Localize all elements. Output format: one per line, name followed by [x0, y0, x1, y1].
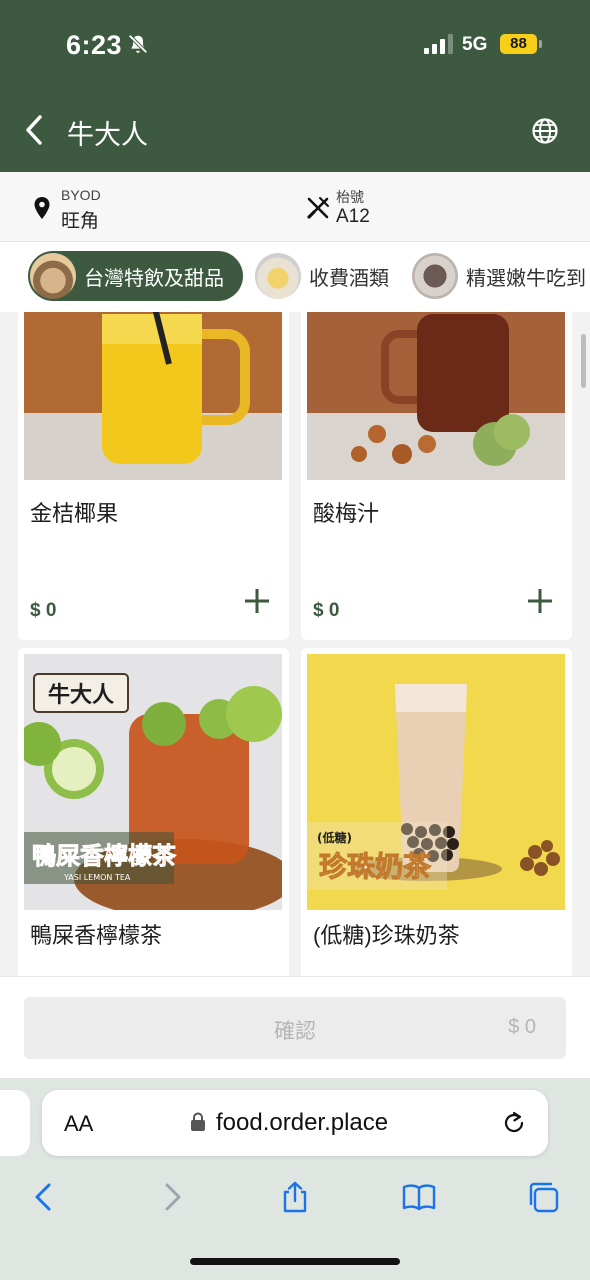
product-card[interactable]: 酸梅汁 $ 0 — [301, 312, 572, 640]
bookmarks-icon[interactable] — [402, 1180, 436, 1214]
previous-tab-preview[interactable] — [0, 1090, 30, 1156]
share-icon[interactable] — [278, 1180, 312, 1214]
category-label: 收費酒類 — [309, 267, 389, 290]
cutlery-icon — [307, 197, 329, 219]
text-size-button[interactable]: AA — [64, 1111, 93, 1137]
image-tag: (低糖) — [317, 830, 352, 845]
product-name: 金桔椰果 — [30, 501, 119, 526]
battery-indicator: 88 — [500, 34, 537, 54]
product-illustration — [351, 314, 530, 466]
signal-icon — [424, 34, 453, 54]
category-label: 精選嫩牛吃到 — [466, 267, 586, 290]
brand-logo: 牛大人 — [48, 682, 114, 708]
location-label: BYOD — [61, 187, 101, 203]
category-tab-taiwan-drinks[interactable]: 台灣特飲及甜品 — [28, 251, 243, 301]
store-title: 牛大人 — [67, 120, 148, 150]
browser-toolbar: AA food.order.place — [0, 1078, 590, 1280]
category-tab-alcohol[interactable]: 收費酒類 — [253, 251, 403, 301]
category-tab-beef[interactable]: 精選嫩牛吃到 — [410, 251, 590, 301]
category-tabs: 台灣特飲及甜品 收費酒類 精選嫩牛吃到 — [0, 242, 590, 312]
tabs-icon[interactable] — [526, 1180, 560, 1214]
product-card[interactable]: 牛大人 鴨屎香檸檬茶 YASI LEMON TEA 鴨屎香檸檬茶 — [18, 648, 289, 976]
product-card[interactable]: 金桔椰果 $ 0 — [18, 312, 289, 640]
category-label: 台灣特飲及甜品 — [84, 267, 224, 290]
url-text[interactable]: food.order.place — [216, 1109, 388, 1137]
globe-icon[interactable] — [531, 117, 559, 145]
product-name: 酸梅汁 — [313, 501, 380, 526]
battery-tip — [539, 40, 542, 48]
product-name: 鴨屎香檸檬茶 — [30, 923, 163, 948]
network-type: 5G — [462, 34, 488, 55]
product-image: 牛大人 鴨屎香檸檬茶 YASI LEMON TEA — [24, 654, 282, 910]
lock-icon — [191, 1112, 205, 1131]
back-button[interactable] — [20, 112, 48, 148]
bell-slash-icon — [128, 34, 148, 54]
table-label: 枱號 — [336, 189, 364, 205]
category-thumbnail — [412, 253, 458, 299]
scrollbar-thumb[interactable] — [581, 334, 586, 388]
product-price: $ 0 — [30, 600, 57, 621]
home-indicator — [190, 1258, 400, 1265]
chevron-right-icon[interactable] — [155, 1180, 189, 1214]
product-image: (低糖) 珍珠奶茶 — [307, 654, 565, 910]
category-thumbnail — [255, 253, 301, 299]
checkout-bar: 確認 $ 0 — [0, 976, 590, 1078]
order-info-bar: BYOD 旺角 枱號 A12 — [0, 172, 590, 242]
plus-icon[interactable] — [242, 586, 272, 616]
confirm-label: 確認 — [274, 1020, 316, 1043]
table-value: A12 — [336, 206, 370, 227]
location-value: 旺角 — [61, 211, 100, 232]
reload-icon[interactable] — [500, 1109, 528, 1137]
product-card[interactable]: (低糖) 珍珠奶茶 (低糖)珍珠奶茶 — [301, 648, 572, 976]
product-grid: 金桔椰果 $ 0 酸梅汁 $ 0 牛大人 鴨屎香檸檬茶 YASI LEMON T… — [0, 312, 590, 976]
app-header: 6:23 5G 88 牛大人 — [0, 0, 590, 172]
product-illustration: (低糖) 珍珠奶茶 — [307, 654, 565, 910]
category-thumbnail — [30, 253, 76, 299]
confirm-total: $ 0 — [508, 1016, 536, 1038]
status-bar: 6:23 5G 88 — [0, 0, 590, 90]
product-illustration: 牛大人 鴨屎香檸檬茶 YASI LEMON TEA — [24, 654, 282, 910]
product-illustration — [102, 312, 250, 464]
product-price: $ 0 — [313, 600, 340, 621]
location-pin-icon — [34, 197, 50, 219]
chevron-left-icon[interactable] — [27, 1180, 61, 1214]
product-name: (低糖)珍珠奶茶 — [313, 923, 460, 948]
confirm-button[interactable]: 確認 $ 0 — [24, 997, 566, 1059]
image-caption: 鴨屎香檸檬茶 — [32, 841, 177, 870]
image-subcaption: YASI LEMON TEA — [63, 873, 131, 882]
product-image — [307, 312, 565, 480]
address-bar[interactable]: AA food.order.place — [42, 1090, 548, 1156]
plus-icon[interactable] — [525, 586, 555, 616]
status-time: 6:23 — [66, 30, 123, 60]
image-caption: 珍珠奶茶 — [319, 850, 432, 883]
product-image — [24, 312, 282, 480]
